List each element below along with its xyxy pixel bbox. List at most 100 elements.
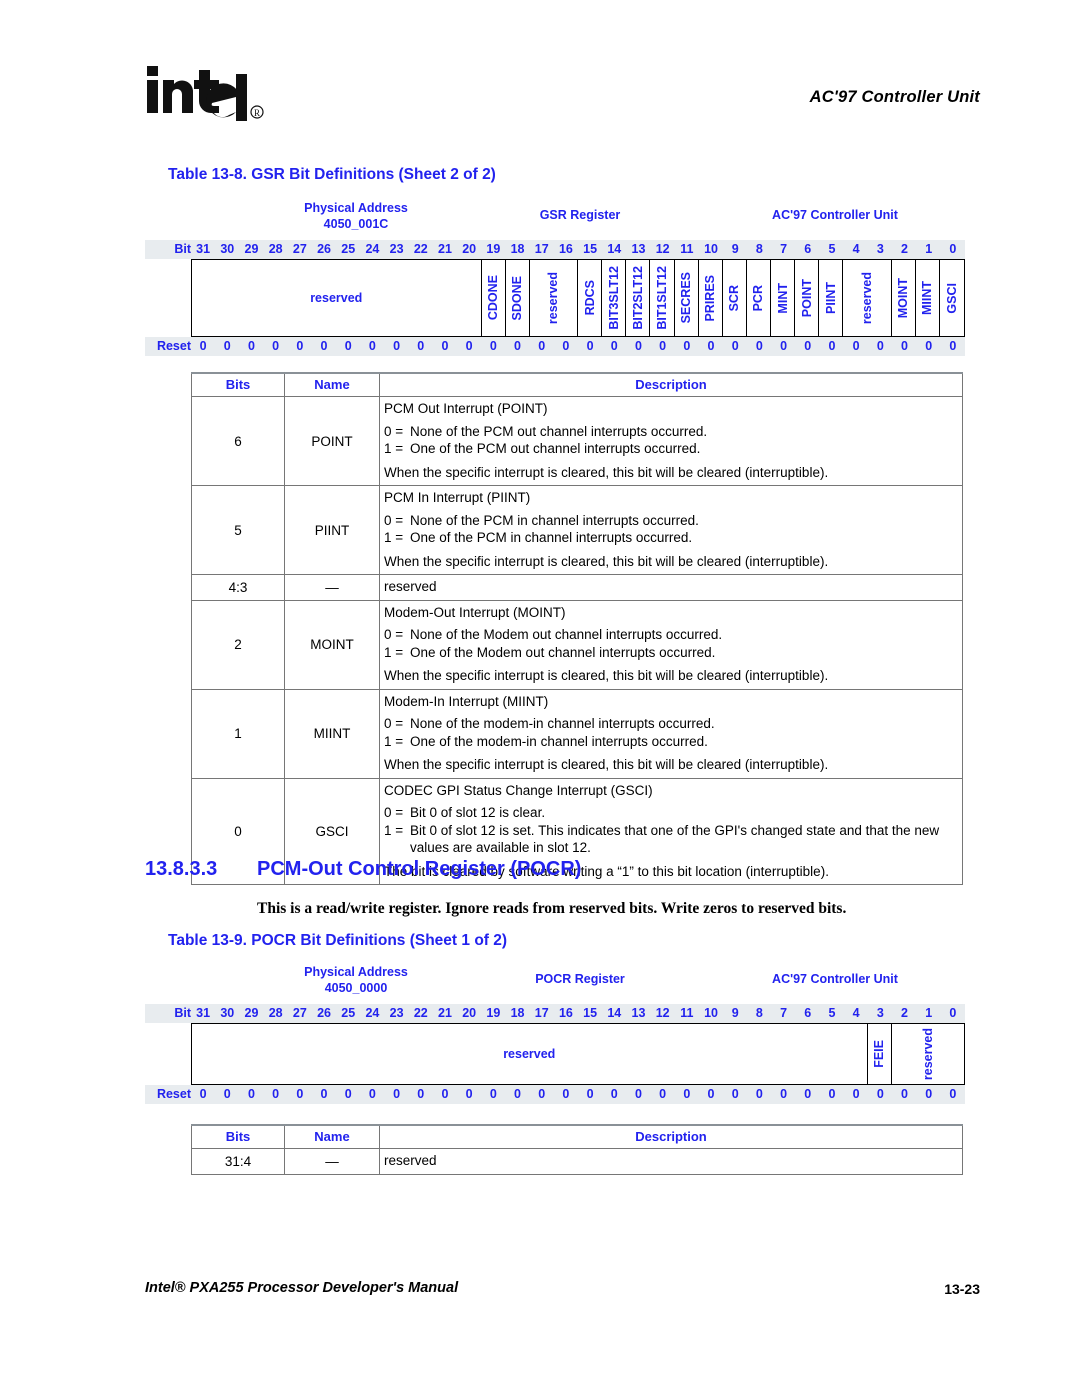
register-field-cell: POINT bbox=[795, 260, 820, 336]
gsr-col-header-name: Name bbox=[284, 372, 380, 397]
register-field-cell: PIINT bbox=[819, 260, 844, 336]
table-row: 5 PIINT PCM In Interrupt (PIINT) 0 = None of… bbox=[191, 485, 963, 575]
description-title: Modem-Out Interrupt (MOINT) bbox=[384, 604, 566, 620]
description-enum-item: 1 = One of the Modem out channel interrup… bbox=[384, 644, 960, 662]
register-field-cell: GSCI bbox=[940, 260, 964, 336]
register-field-label: SDONE bbox=[510, 275, 525, 321]
document-page: R AC'97 Controller Unit Table 13-8. GSR … bbox=[0, 0, 1080, 1397]
bit-number-cell: 17 bbox=[534, 242, 549, 256]
description-enum-list: 0 = None of the Modem out channel interru… bbox=[384, 626, 960, 661]
register-field-cell: FEIE bbox=[868, 1024, 892, 1084]
pocr-register-name: POCR Register bbox=[535, 972, 625, 986]
cell-description: Modem-In Interrupt (MIINT) 0 = None of the… bbox=[379, 688, 963, 779]
register-field-label: MINT bbox=[775, 282, 790, 314]
reset-value-cell: 0 bbox=[489, 339, 497, 353]
bit-number-cell: 12 bbox=[655, 1006, 670, 1020]
bit-number-cell: 4 bbox=[852, 1006, 860, 1020]
gsr-table-caption: Table 13-8. GSR Bit Definitions (Sheet 2… bbox=[168, 166, 496, 183]
footer-page-number: 13-23 bbox=[944, 1281, 980, 1297]
gsr-physical-address-label: Physical Address bbox=[304, 201, 408, 215]
description-enum-item: 1 = One of the modem-in channel interrupt… bbox=[384, 733, 960, 751]
reset-value-cell: 0 bbox=[949, 339, 957, 353]
enum-key: 1 = bbox=[384, 822, 404, 838]
bit-number-cell: 11 bbox=[680, 242, 694, 256]
reset-value-cell: 0 bbox=[925, 339, 933, 353]
bit-number-cell: 0 bbox=[949, 242, 957, 256]
register-field-cell: SECRES bbox=[675, 260, 699, 336]
pocr-unit-name: AC'97 Controller Unit bbox=[772, 972, 898, 986]
description-enum-item: 1 = Bit 0 of slot 12 is set. This indicat… bbox=[384, 822, 960, 857]
description-text: reserved bbox=[384, 1153, 437, 1168]
gsr-table-body: 6 POINT PCM Out Interrupt (POINT) 0 = None o… bbox=[191, 396, 963, 885]
reset-value-cell: 0 bbox=[441, 1087, 449, 1101]
reset-value-cell: 0 bbox=[344, 1087, 352, 1101]
description-enum-item: 0 = Bit 0 of slot 12 is clear. bbox=[384, 804, 960, 822]
pocr-physical-address-value: 4050_0000 bbox=[324, 981, 388, 995]
reset-value-cell: 0 bbox=[683, 1087, 691, 1101]
enum-value: One of the PCM out channel interrupts oc… bbox=[410, 441, 701, 456]
register-field-label: FEIE bbox=[872, 1040, 887, 1068]
description-enum-list: 0 = Bit 0 of slot 12 is clear. 1 = Bit 0 of… bbox=[384, 804, 960, 857]
bit-number-cell: 9 bbox=[731, 1006, 739, 1020]
enum-value: None of the modem-in channel interrupts … bbox=[410, 716, 715, 731]
register-field-label: MIINT bbox=[920, 280, 935, 316]
bit-number-cell: 28 bbox=[268, 242, 283, 256]
enum-key: 1 = bbox=[384, 530, 404, 545]
reset-value-cell: 0 bbox=[272, 1087, 280, 1101]
registered-mark: R bbox=[254, 108, 260, 118]
description-enum-item: 1 = One of the PCM out channel interrupts… bbox=[384, 440, 960, 458]
register-field-label: reserved bbox=[546, 271, 561, 325]
reset-value-cell: 0 bbox=[344, 339, 352, 353]
cell-bits: 6 bbox=[191, 396, 285, 486]
bit-number-cell: 22 bbox=[413, 1006, 428, 1020]
bit-number-cell: 7 bbox=[780, 242, 788, 256]
enum-key: 1 = bbox=[384, 441, 404, 456]
reset-value-cell: 0 bbox=[393, 339, 401, 353]
cell-description: Modem-Out Interrupt (MOINT) 0 = None of th… bbox=[379, 599, 963, 690]
register-field-cell: PCR bbox=[747, 260, 771, 336]
register-field-label: PIINT bbox=[823, 282, 838, 314]
bit-number-cell: 13 bbox=[631, 242, 646, 256]
cell-name: — bbox=[284, 1148, 380, 1175]
register-field-cell: reserved bbox=[192, 1024, 868, 1084]
reset-value-cell: 0 bbox=[586, 1087, 594, 1101]
register-field-cell: SCR bbox=[723, 260, 747, 336]
register-field-cell: MIINT bbox=[916, 260, 940, 336]
register-field-cell: MINT bbox=[771, 260, 796, 336]
table-row: 31:4— reserved bbox=[191, 1148, 963, 1175]
pocr-table-caption: Table 13-9. POCR Bit Definitions (Sheet … bbox=[168, 932, 508, 949]
cell-description: reserved bbox=[379, 1148, 963, 1175]
gsr-register-name: GSR Register bbox=[539, 208, 621, 222]
reset-value-cell: 0 bbox=[755, 339, 763, 353]
cell-name: PIINT bbox=[284, 485, 380, 575]
bit-number-cell: 17 bbox=[534, 1006, 549, 1020]
reset-value-cell: 0 bbox=[925, 1087, 933, 1101]
register-field-label: GSCI bbox=[944, 282, 959, 314]
cell-bits: 1 bbox=[191, 688, 285, 779]
enum-key: 0 = bbox=[384, 512, 404, 528]
bit-number-cell: 5 bbox=[828, 242, 836, 256]
gsr-col-header-bits: Bits bbox=[191, 372, 285, 397]
bit-number-cell: 29 bbox=[244, 1006, 259, 1020]
footer-manual-title: Intel® PXA255 Processor Developer's Manu… bbox=[145, 1280, 459, 1296]
description-enum-item: 0 = None of the PCM in channel interrupts… bbox=[384, 512, 960, 530]
description-title: Modem-In Interrupt (MIINT) bbox=[384, 693, 549, 709]
bit-number-cell: 20 bbox=[462, 1006, 477, 1020]
reset-value-cell: 0 bbox=[538, 339, 546, 353]
bit-number-cell: 3 bbox=[876, 242, 884, 256]
reset-value-cell: 0 bbox=[465, 1087, 473, 1101]
pocr-col-header-name: Name bbox=[284, 1124, 380, 1149]
bit-number-cell: 19 bbox=[486, 1006, 501, 1020]
enum-key: 1 = bbox=[384, 644, 404, 660]
bit-number-cell: 2 bbox=[901, 242, 908, 256]
register-field-label: SCR bbox=[727, 284, 742, 312]
description-enum-item: 0 = None of the Modem out channel interru… bbox=[384, 626, 960, 644]
bit-number-cell: 29 bbox=[244, 242, 259, 256]
gsr-physical-address: Physical Address 4050_001C bbox=[251, 200, 461, 232]
enum-key: 0 = bbox=[384, 805, 404, 820]
bit-number-cell: 4 bbox=[852, 242, 860, 256]
pocr-reset-values: 0 0 0 0 0 0 0 0 0 0 0 0 0 0 0 0 0 0 0 0 0 0 0 0 0 0 0 0 0 0 0 0 bbox=[191, 1085, 965, 1104]
chapter-title: AC'97 Controller Unit bbox=[809, 88, 980, 106]
cell-description: reserved bbox=[379, 574, 963, 601]
gsr-diagram-labels: Physical Address 4050_001C GSR Register … bbox=[145, 200, 965, 240]
